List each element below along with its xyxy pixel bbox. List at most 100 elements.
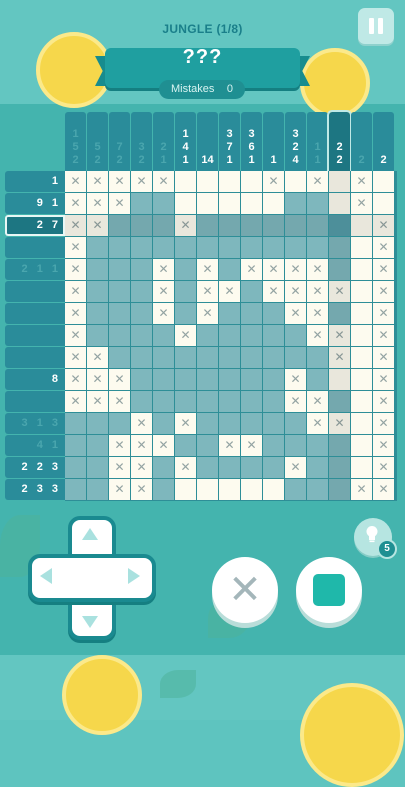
- grid-cell-crossed[interactable]: ✕: [109, 457, 130, 478]
- grid-cell-crossed[interactable]: ✕: [241, 435, 262, 456]
- grid-cell-empty[interactable]: [241, 193, 262, 214]
- grid-cell-filled[interactable]: [219, 391, 240, 412]
- grid-cell-crossed[interactable]: ✕: [373, 369, 394, 390]
- grid-cell-crossed[interactable]: ✕: [329, 281, 350, 302]
- grid-cell-filled[interactable]: [219, 457, 240, 478]
- grid-cell-crossed[interactable]: ✕: [373, 479, 394, 500]
- grid-cell-empty[interactable]: [373, 193, 394, 214]
- grid-cell-crossed[interactable]: ✕: [87, 391, 108, 412]
- nonogram-grid[interactable]: ✕ ✕ ✕ ✕ ✕ ✕ ✕ ✕ ✕ ✕ ✕ ✕ ✕ ✕ ✕ ✕ ✕ ✕ ✕ ✕ ✕ ✕ ✕ ✕ ✕ ✕ ✕ ✕ ✕ ✕ ✕ ✕ ✕ ✕ ✕ ✕ ✕ ✕ ✕ ✕…: [65, 171, 397, 501]
- grid-cell-filled[interactable]: [241, 347, 262, 368]
- grid-cell-empty[interactable]: [351, 303, 372, 324]
- grid-cell-filled[interactable]: [263, 391, 284, 412]
- grid-cell-empty[interactable]: [263, 479, 284, 500]
- grid-cell-crossed[interactable]: ✕: [175, 325, 196, 346]
- hint-button[interactable]: 5: [354, 518, 397, 559]
- grid-cell-filled[interactable]: [153, 369, 174, 390]
- grid-cell-empty[interactable]: [351, 435, 372, 456]
- grid-cell-crossed[interactable]: ✕: [87, 215, 108, 236]
- grid-cell-empty[interactable]: [351, 369, 372, 390]
- grid-cell-empty[interactable]: [351, 413, 372, 434]
- grid-cell-crossed[interactable]: ✕: [109, 391, 130, 412]
- grid-cell-crossed[interactable]: ✕: [307, 391, 328, 412]
- grid-cell-empty[interactable]: [329, 369, 350, 390]
- grid-cell-filled[interactable]: [109, 281, 130, 302]
- grid-cell-filled[interactable]: [87, 435, 108, 456]
- grid-cell-empty[interactable]: [373, 171, 394, 192]
- grid-cell-empty[interactable]: [329, 193, 350, 214]
- grid-cell-crossed[interactable]: ✕: [263, 259, 284, 280]
- grid-cell-crossed[interactable]: ✕: [87, 347, 108, 368]
- grid-cell-filled[interactable]: [307, 193, 328, 214]
- grid-cell-empty[interactable]: [351, 325, 372, 346]
- grid-cell-crossed[interactable]: ✕: [131, 413, 152, 434]
- grid-cell-filled[interactable]: [109, 325, 130, 346]
- grid-cell-crossed[interactable]: ✕: [351, 193, 372, 214]
- grid-cell-empty[interactable]: [351, 237, 372, 258]
- grid-cell-filled[interactable]: [219, 215, 240, 236]
- grid-cell-filled[interactable]: [241, 413, 262, 434]
- grid-cell-crossed[interactable]: ✕: [197, 303, 218, 324]
- grid-cell-filled[interactable]: [285, 347, 306, 368]
- grid-cell-crossed[interactable]: ✕: [263, 171, 284, 192]
- grid-cell-filled[interactable]: [197, 325, 218, 346]
- grid-cell-filled[interactable]: [263, 435, 284, 456]
- grid-cell-filled[interactable]: [241, 303, 262, 324]
- grid-cell-filled[interactable]: [307, 215, 328, 236]
- grid-cell-filled[interactable]: [263, 215, 284, 236]
- grid-cell-crossed[interactable]: ✕: [263, 281, 284, 302]
- grid-cell-filled[interactable]: [219, 325, 240, 346]
- grid-cell-filled[interactable]: [153, 413, 174, 434]
- grid-cell-filled[interactable]: [153, 237, 174, 258]
- grid-cell-crossed[interactable]: ✕: [329, 413, 350, 434]
- grid-cell-filled[interactable]: [197, 413, 218, 434]
- grid-cell-filled[interactable]: [307, 369, 328, 390]
- grid-cell-filled[interactable]: [87, 281, 108, 302]
- grid-cell-crossed[interactable]: ✕: [351, 479, 372, 500]
- grid-cell-crossed[interactable]: ✕: [373, 347, 394, 368]
- grid-cell-filled[interactable]: [109, 347, 130, 368]
- grid-cell-filled[interactable]: [263, 457, 284, 478]
- grid-cell-crossed[interactable]: ✕: [285, 391, 306, 412]
- grid-cell-empty[interactable]: [175, 479, 196, 500]
- grid-cell-crossed[interactable]: ✕: [65, 303, 86, 324]
- grid-cell-filled[interactable]: [329, 457, 350, 478]
- grid-cell-crossed[interactable]: ✕: [197, 259, 218, 280]
- grid-cell-filled[interactable]: [197, 369, 218, 390]
- grid-cell-crossed[interactable]: ✕: [65, 215, 86, 236]
- grid-cell-filled[interactable]: [175, 303, 196, 324]
- grid-cell-filled[interactable]: [175, 391, 196, 412]
- grid-cell-filled[interactable]: [329, 259, 350, 280]
- grid-cell-crossed[interactable]: ✕: [131, 171, 152, 192]
- grid-cell-crossed[interactable]: ✕: [373, 281, 394, 302]
- grid-cell-crossed[interactable]: ✕: [373, 237, 394, 258]
- grid-cell-crossed[interactable]: ✕: [373, 303, 394, 324]
- grid-cell-crossed[interactable]: ✕: [131, 479, 152, 500]
- grid-cell-filled[interactable]: [219, 303, 240, 324]
- grid-cell-crossed[interactable]: ✕: [307, 413, 328, 434]
- grid-cell-empty[interactable]: [351, 281, 372, 302]
- grid-cell-filled[interactable]: [109, 259, 130, 280]
- grid-cell-empty[interactable]: [329, 171, 350, 192]
- grid-cell-filled[interactable]: [197, 215, 218, 236]
- grid-cell-crossed[interactable]: ✕: [65, 347, 86, 368]
- grid-cell-filled[interactable]: [241, 325, 262, 346]
- grid-cell-filled[interactable]: [131, 281, 152, 302]
- grid-cell-filled[interactable]: [87, 457, 108, 478]
- grid-cell-crossed[interactable]: ✕: [65, 391, 86, 412]
- grid-cell-filled[interactable]: [131, 193, 152, 214]
- grid-cell-filled[interactable]: [109, 413, 130, 434]
- grid-cell-crossed[interactable]: ✕: [153, 259, 174, 280]
- dpad-down-button[interactable]: [82, 616, 98, 628]
- grid-cell-crossed[interactable]: ✕: [109, 479, 130, 500]
- grid-cell-crossed[interactable]: ✕: [65, 171, 86, 192]
- grid-cell-empty[interactable]: [285, 171, 306, 192]
- grid-cell-empty[interactable]: [351, 259, 372, 280]
- grid-cell-crossed[interactable]: ✕: [65, 237, 86, 258]
- grid-cell-crossed[interactable]: ✕: [307, 325, 328, 346]
- grid-cell-filled[interactable]: [285, 237, 306, 258]
- grid-cell-crossed[interactable]: ✕: [175, 413, 196, 434]
- grid-cell-crossed[interactable]: ✕: [87, 193, 108, 214]
- grid-cell-filled[interactable]: [329, 303, 350, 324]
- grid-cell-filled[interactable]: [153, 215, 174, 236]
